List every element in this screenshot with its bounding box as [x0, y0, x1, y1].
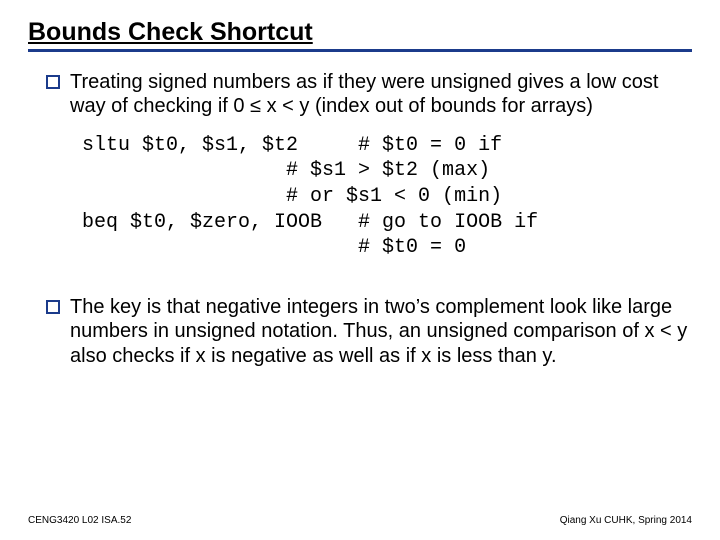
bullet-text: The key is that negative integers in two… [70, 295, 692, 368]
bullet-item: Treating signed numbers as if they were … [46, 70, 692, 119]
bullet-text: Treating signed numbers as if they were … [70, 70, 692, 119]
title-underline [28, 49, 692, 52]
square-bullet-icon [46, 75, 60, 89]
bullet-item: The key is that negative integers in two… [46, 295, 692, 368]
footer-left: CENG3420 L02 ISA.52 [28, 515, 131, 526]
footer-right: Qiang Xu CUHK, Spring 2014 [560, 515, 692, 526]
slide-title: Bounds Check Shortcut [28, 18, 692, 49]
footer: CENG3420 L02 ISA.52 Qiang Xu CUHK, Sprin… [28, 515, 692, 526]
code-block: sltu $t0, $s1, $t2 # $t0 = 0 if # $s1 > … [70, 133, 692, 261]
slide: Bounds Check Shortcut Treating signed nu… [0, 0, 720, 540]
square-bullet-icon [46, 300, 60, 314]
